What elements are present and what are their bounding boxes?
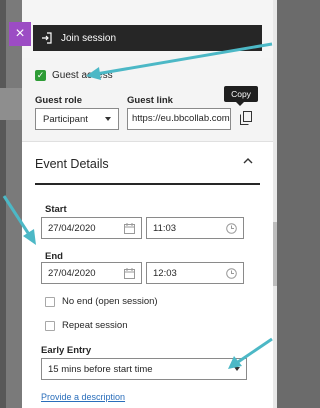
guest-access-toggle[interactable]: ✓ Guest access (35, 70, 113, 81)
early-entry-value: 15 mins before start time (48, 363, 153, 375)
end-date-value: 27/04/2020 (48, 267, 96, 279)
close-panel-button[interactable]: × (9, 22, 31, 46)
section-divider (35, 183, 260, 185)
chevron-down-icon (234, 367, 240, 371)
repeat-label: Repeat session (62, 320, 128, 331)
tooltip-arrow (236, 102, 244, 106)
start-date-field[interactable]: 27/04/2020 (41, 217, 142, 239)
background-strip (0, 88, 22, 120)
provide-description-link[interactable]: Provide a description (41, 392, 125, 402)
clock-icon (226, 222, 237, 234)
login-icon (42, 32, 52, 44)
early-entry-label: Early Entry (41, 345, 92, 356)
start-date-value: 27/04/2020 (48, 222, 96, 234)
end-time-value: 12:03 (153, 267, 177, 279)
guest-link-field[interactable]: https://eu.bbcollab.com (127, 108, 231, 130)
start-time-value: 11:03 (153, 222, 177, 234)
guest-link-label: Guest link (127, 95, 173, 106)
end-time-field[interactable]: 12:03 (146, 262, 244, 284)
chevron-up-icon[interactable] (243, 157, 253, 165)
calendar-icon (124, 222, 135, 234)
end-date-field[interactable]: 27/04/2020 (41, 262, 142, 284)
background-left-edge (0, 0, 6, 408)
copy-icon[interactable] (240, 111, 252, 125)
calendar-icon (124, 267, 135, 279)
join-session-label: Join session (61, 32, 117, 44)
early-entry-select[interactable]: 15 mins before start time (41, 358, 247, 380)
close-icon: × (15, 25, 25, 42)
repeat-option[interactable]: Repeat session (45, 320, 127, 331)
end-label: End (45, 251, 63, 262)
check-icon[interactable]: ✓ (35, 70, 46, 81)
event-details-heading: Event Details (35, 157, 109, 171)
repeat-checkbox[interactable] (45, 320, 55, 331)
guest-role-value: Participant (43, 113, 88, 125)
chevron-down-icon (105, 117, 111, 121)
guest-access-label: Guest access (52, 70, 113, 81)
join-session-button[interactable]: Join session (33, 25, 262, 51)
copy-tooltip: Copy (224, 86, 258, 102)
scrollbar-thumb[interactable] (273, 222, 277, 286)
no-end-label: No end (open session) (62, 296, 158, 307)
start-time-field[interactable]: 11:03 (146, 217, 244, 239)
start-label: Start (45, 204, 67, 215)
no-end-checkbox[interactable] (45, 296, 55, 307)
clock-icon (226, 267, 237, 279)
guest-role-select[interactable]: Participant (35, 108, 119, 130)
no-end-option[interactable]: No end (open session) (45, 296, 158, 307)
panel-scrollbar[interactable] (273, 0, 277, 408)
guest-role-label: Guest role (35, 95, 82, 106)
